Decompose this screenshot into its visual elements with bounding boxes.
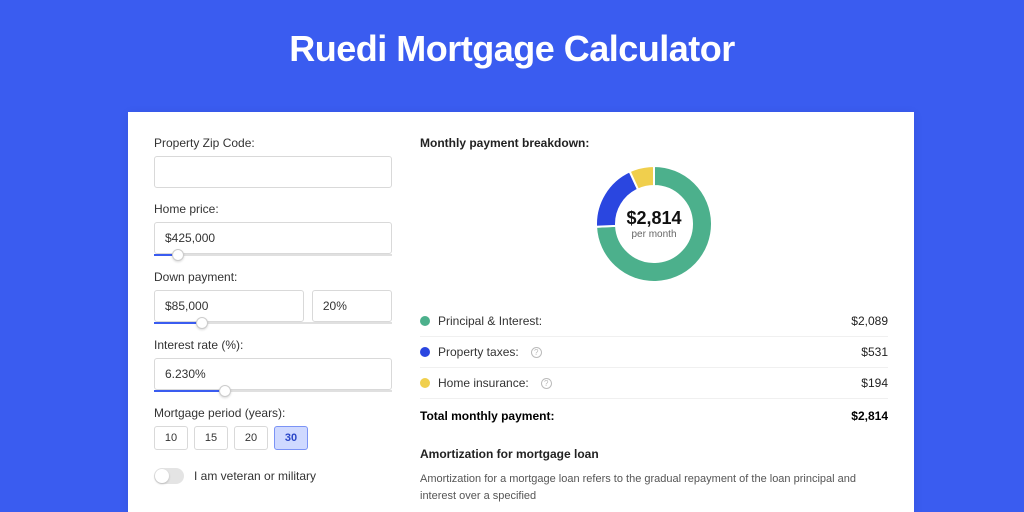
legend-label: Principal & Interest: [438,314,542,328]
period-options: 10152030 [154,426,392,450]
price-field: Home price: [154,202,392,256]
period-label: Mortgage period (years): [154,406,392,420]
legend-row: Property taxes:? $531 [420,337,888,368]
donut-center-sub: per month [631,229,676,240]
legend-row: Principal & Interest: $2,089 [420,306,888,337]
info-icon[interactable]: ? [531,347,542,358]
rate-field: Interest rate (%): [154,338,392,392]
rate-input[interactable] [154,358,392,390]
legend-label: Home insurance: [438,376,529,390]
veteran-toggle[interactable] [154,468,184,484]
down-slider-thumb[interactable] [196,317,208,329]
calculator-panel: Property Zip Code: Home price: Down paym… [128,112,914,512]
period-field: Mortgage period (years): 10152030 [154,406,392,450]
legend-value: $531 [861,345,888,359]
breakdown-column: Monthly payment breakdown: $2,814 per mo… [420,136,888,488]
legend-row: Home insurance:? $194 [420,368,888,399]
rate-slider[interactable] [154,390,392,392]
page-title: Ruedi Mortgage Calculator [0,0,1024,88]
total-label: Total monthly payment: [420,409,554,423]
veteran-label: I am veteran or military [194,469,316,483]
legend-label: Property taxes: [438,345,519,359]
donut-chart: $2,814 per month [420,160,888,288]
amortization-block: Amortization for mortgage loan Amortizat… [420,447,888,504]
zip-field: Property Zip Code: [154,136,392,188]
legend-value: $194 [861,376,888,390]
donut-center-value: $2,814 [626,208,681,229]
price-input[interactable] [154,222,392,254]
down-slider[interactable] [154,322,392,324]
legend-value: $2,089 [851,314,888,328]
down-percent-input[interactable] [312,290,392,322]
legend-dot [420,347,430,357]
total-value: $2,814 [851,409,888,423]
zip-label: Property Zip Code: [154,136,392,150]
down-amount-input[interactable] [154,290,304,322]
total-row: Total monthly payment: $2,814 [420,399,888,433]
down-label: Down payment: [154,270,392,284]
price-label: Home price: [154,202,392,216]
price-slider[interactable] [154,254,392,256]
zip-input[interactable] [154,156,392,188]
rate-label: Interest rate (%): [154,338,392,352]
amortization-text: Amortization for a mortgage loan refers … [420,471,888,504]
veteran-row: I am veteran or military [154,468,392,484]
period-option-30[interactable]: 30 [274,426,308,450]
amortization-title: Amortization for mortgage loan [420,447,888,461]
period-option-10[interactable]: 10 [154,426,188,450]
price-slider-thumb[interactable] [172,249,184,261]
rate-slider-thumb[interactable] [219,385,231,397]
form-column: Property Zip Code: Home price: Down paym… [154,136,392,488]
breakdown-title: Monthly payment breakdown: [420,136,888,150]
down-field: Down payment: [154,270,392,324]
period-option-20[interactable]: 20 [234,426,268,450]
legend-dot [420,378,430,388]
legend-dot [420,316,430,326]
period-option-15[interactable]: 15 [194,426,228,450]
info-icon[interactable]: ? [541,378,552,389]
